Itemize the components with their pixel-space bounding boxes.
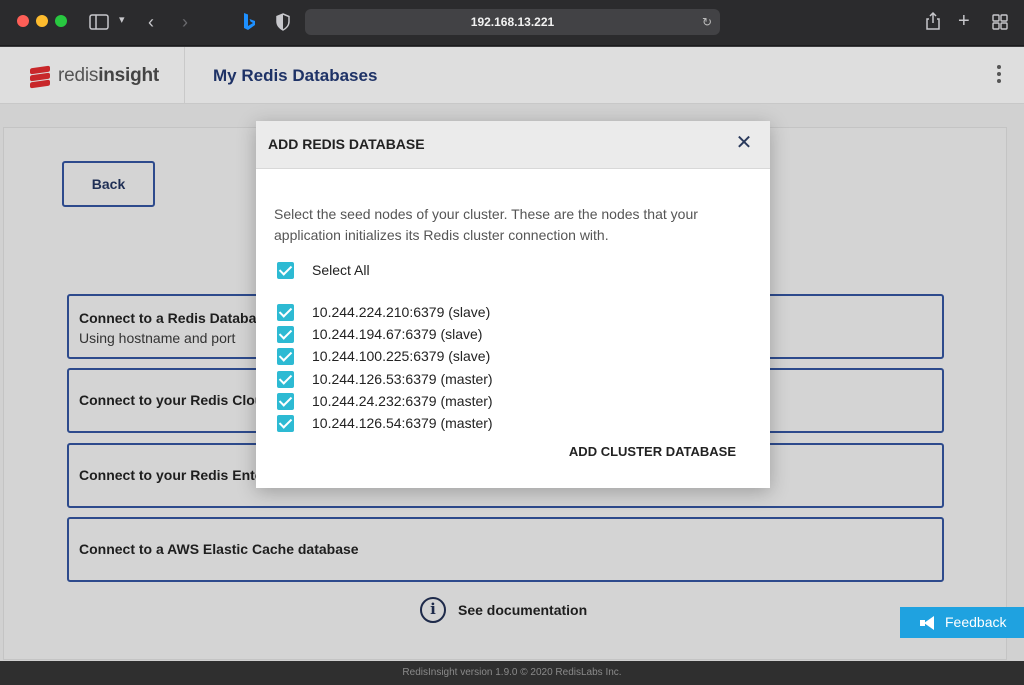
- sidebar-icon[interactable]: [89, 14, 109, 34]
- see-documentation-link[interactable]: i See documentation: [420, 597, 587, 623]
- node-label: 10.244.224.210:6379 (slave): [312, 304, 491, 320]
- modal-header: ADD REDIS DATABASE ✕: [256, 121, 770, 169]
- node-checkbox-row[interactable]: 10.244.194.67:6379 (slave): [277, 325, 482, 343]
- redis-logo-icon: [28, 65, 52, 89]
- browser-toolbar: ▾ ‹ › 192.168.13.221 ↻ +: [0, 0, 1024, 46]
- minimize-window-button[interactable]: [36, 15, 48, 27]
- feedback-label: Feedback: [945, 614, 1007, 630]
- modal-title: ADD REDIS DATABASE: [268, 136, 425, 152]
- logo-text: redisinsight: [58, 65, 160, 86]
- zoom-window-button[interactable]: [55, 15, 67, 27]
- node-checkbox[interactable]: [277, 303, 294, 321]
- close-icon[interactable]: ✕: [732, 131, 756, 155]
- feedback-button[interactable]: Feedback: [900, 607, 1024, 638]
- node-checkbox[interactable]: [277, 370, 294, 388]
- address-text: 192.168.13.221: [470, 15, 555, 29]
- node-checkbox[interactable]: [277, 414, 294, 432]
- plus-icon[interactable]: +: [958, 11, 970, 31]
- modal-description: Select the seed nodes of your cluster. T…: [274, 206, 698, 243]
- reload-icon[interactable]: ↻: [702, 9, 712, 35]
- node-label: 10.244.126.53:6379 (master): [312, 371, 493, 387]
- node-label: 10.244.126.54:6379 (master): [312, 415, 493, 431]
- page-title: My Redis Databases: [213, 66, 378, 85]
- back-button[interactable]: Back: [62, 161, 155, 207]
- node-label: 10.244.24.232:6379 (master): [312, 393, 493, 409]
- footer-version: RedisInsight version 1.9.0 © 2020 RedisL…: [0, 661, 1024, 685]
- node-checkbox-row[interactable]: 10.244.100.225:6379 (slave): [277, 347, 490, 365]
- node-checkbox-row[interactable]: 10.244.224.210:6379 (slave): [277, 303, 490, 321]
- chevron-right-icon[interactable]: ›: [182, 13, 188, 31]
- shield-icon[interactable]: [276, 13, 290, 35]
- node-checkbox[interactable]: [277, 392, 294, 410]
- bing-icon[interactable]: [242, 12, 256, 36]
- node-checkbox[interactable]: [277, 325, 294, 343]
- option-title: Connect to a AWS Elastic Cache database: [79, 541, 359, 557]
- add-cluster-database-button[interactable]: ADD CLUSTER DATABASE: [569, 444, 736, 459]
- info-icon: i: [420, 597, 446, 623]
- see-documentation-label: See documentation: [458, 602, 588, 618]
- option-aws-elastic-cache[interactable]: Connect to a AWS Elastic Cache database: [67, 517, 944, 582]
- node-label: 10.244.100.225:6379 (slave): [312, 348, 491, 364]
- chevron-down-icon[interactable]: ▾: [119, 15, 125, 26]
- kebab-menu-icon[interactable]: [996, 65, 1002, 87]
- address-bar[interactable]: 192.168.13.221 ↻: [305, 9, 720, 35]
- node-checkbox[interactable]: [277, 347, 294, 365]
- select-all-checkbox[interactable]: [277, 261, 294, 279]
- header-divider: [184, 47, 185, 104]
- tab-overview-icon[interactable]: [992, 14, 1008, 34]
- node-checkbox-row[interactable]: 10.244.126.53:6379 (master): [277, 370, 493, 388]
- node-checkbox-row[interactable]: 10.244.126.54:6379 (master): [277, 414, 493, 432]
- close-window-button[interactable]: [17, 15, 29, 27]
- share-icon[interactable]: [925, 11, 941, 35]
- chevron-left-icon[interactable]: ‹: [148, 13, 154, 31]
- megaphone-icon: [920, 615, 936, 630]
- node-label: 10.244.194.67:6379 (slave): [312, 326, 483, 342]
- app-header: redisinsight My Redis Databases: [0, 47, 1024, 104]
- select-all-checkbox-row[interactable]: Select All: [277, 261, 370, 279]
- add-redis-database-modal: ADD REDIS DATABASE ✕ Select the seed nod…: [256, 121, 770, 488]
- select-all-label: Select All: [312, 262, 370, 278]
- node-checkbox-row[interactable]: 10.244.24.232:6379 (master): [277, 392, 493, 410]
- redisinsight-logo[interactable]: redisinsight: [28, 64, 160, 89]
